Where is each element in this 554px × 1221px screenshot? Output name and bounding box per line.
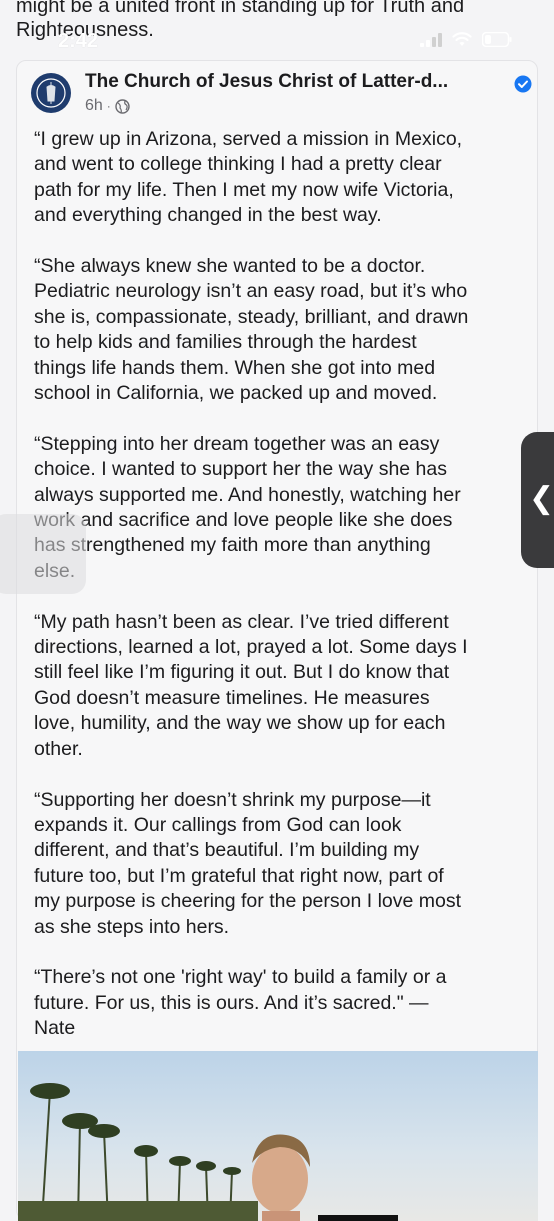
battery-icon <box>482 32 512 47</box>
status-bar: 2:42 <box>0 24 554 64</box>
post-paragraph: “I grew up in Arizona, served a mission … <box>34 128 463 227</box>
post-card: The Church of Jesus Christ of Latter-d..… <box>16 60 538 1221</box>
post-paragraph: “There’s not one 'right way' to build a … <box>34 966 447 1040</box>
status-time: 2:42 <box>58 30 99 52</box>
post-paragraph: “She always knew she wanted to be a doct… <box>34 255 469 405</box>
post-time[interactable]: 6h <box>85 97 103 115</box>
post-paragraph: “Supporting her doesn’t shrink my purpos… <box>34 788 462 938</box>
chevron-left-icon: ❮ <box>529 482 554 515</box>
signal-icon <box>420 32 442 47</box>
wifi-icon <box>452 32 472 46</box>
post-photo[interactable] <box>18 1051 538 1221</box>
post-body: “I grew up in Arizona, served a mission … <box>34 127 534 1067</box>
side-overlay <box>0 514 86 594</box>
meta-separator: · <box>106 99 111 113</box>
post-meta: 6h · <box>85 97 130 115</box>
page-avatar[interactable] <box>31 73 71 113</box>
post-paragraph: “Stepping into her dream together was an… <box>34 432 461 582</box>
post-header: The Church of Jesus Christ of Latter-d..… <box>31 71 532 117</box>
verified-badge-icon <box>514 75 532 93</box>
church-logo-icon <box>32 74 70 112</box>
page-name[interactable]: The Church of Jesus Christ of Latter-d..… <box>85 71 448 93</box>
globe-icon <box>115 98 130 114</box>
status-icons <box>420 32 512 47</box>
side-panel-handle[interactable]: ❮ <box>521 432 554 568</box>
post-paragraph: “My path hasn’t been as clear. I’ve trie… <box>34 610 468 760</box>
photo-scene <box>18 1083 398 1221</box>
